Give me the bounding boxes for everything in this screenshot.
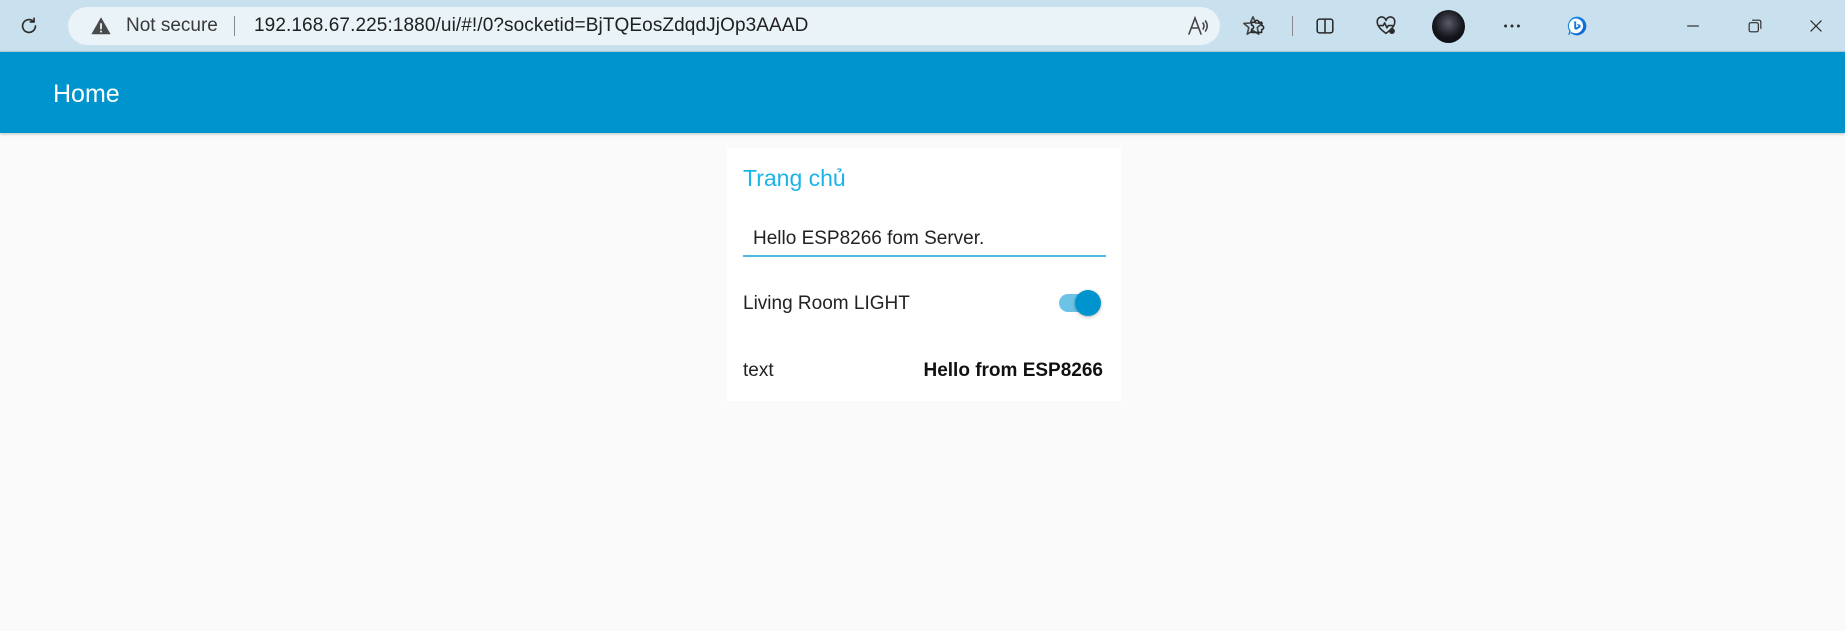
refresh-icon[interactable] bbox=[11, 8, 47, 44]
switch-thumb bbox=[1075, 290, 1101, 316]
bing-copilot-icon[interactable] bbox=[1556, 5, 1598, 47]
warning-icon[interactable] bbox=[90, 15, 112, 37]
more-icon[interactable] bbox=[1494, 8, 1530, 44]
text-widget-value: Hello from ESP8266 bbox=[923, 360, 1103, 381]
restore-icon[interactable] bbox=[1739, 10, 1771, 42]
switch-label: Living Room LIGHT bbox=[743, 293, 910, 314]
page-title: Home bbox=[53, 80, 120, 108]
address-divider bbox=[234, 16, 235, 36]
minimize-icon[interactable] bbox=[1677, 10, 1709, 42]
split-screen-icon[interactable] bbox=[1307, 8, 1343, 44]
address-bar[interactable]: Not secure 192.168.67.225:1880/ui/#!/0?s… bbox=[68, 7, 1263, 45]
puzzle-icon[interactable] bbox=[1240, 8, 1276, 44]
heart-pulse-icon[interactable] bbox=[1368, 8, 1404, 44]
group-title: Trang chủ bbox=[743, 165, 846, 191]
url-text[interactable]: 192.168.67.225:1880/ui/#!/0?socketid=BjT… bbox=[254, 7, 808, 45]
read-aloud-icon[interactable] bbox=[1186, 14, 1210, 38]
close-icon[interactable] bbox=[1800, 10, 1832, 42]
text-widget-label: text bbox=[743, 360, 774, 381]
app-header: Home bbox=[0, 52, 1845, 133]
dashboard-group-card: Trang chủ Living Room LIGHT text Hello f… bbox=[727, 148, 1121, 401]
toolbar-divider bbox=[1292, 16, 1293, 36]
security-status-label[interactable]: Not secure bbox=[126, 7, 218, 45]
browser-toolbar: Not secure 192.168.67.225:1880/ui/#!/0?s… bbox=[0, 0, 1845, 52]
message-input[interactable] bbox=[743, 223, 1106, 257]
profile-avatar[interactable] bbox=[1432, 10, 1465, 43]
living-room-light-switch[interactable] bbox=[1057, 288, 1103, 318]
